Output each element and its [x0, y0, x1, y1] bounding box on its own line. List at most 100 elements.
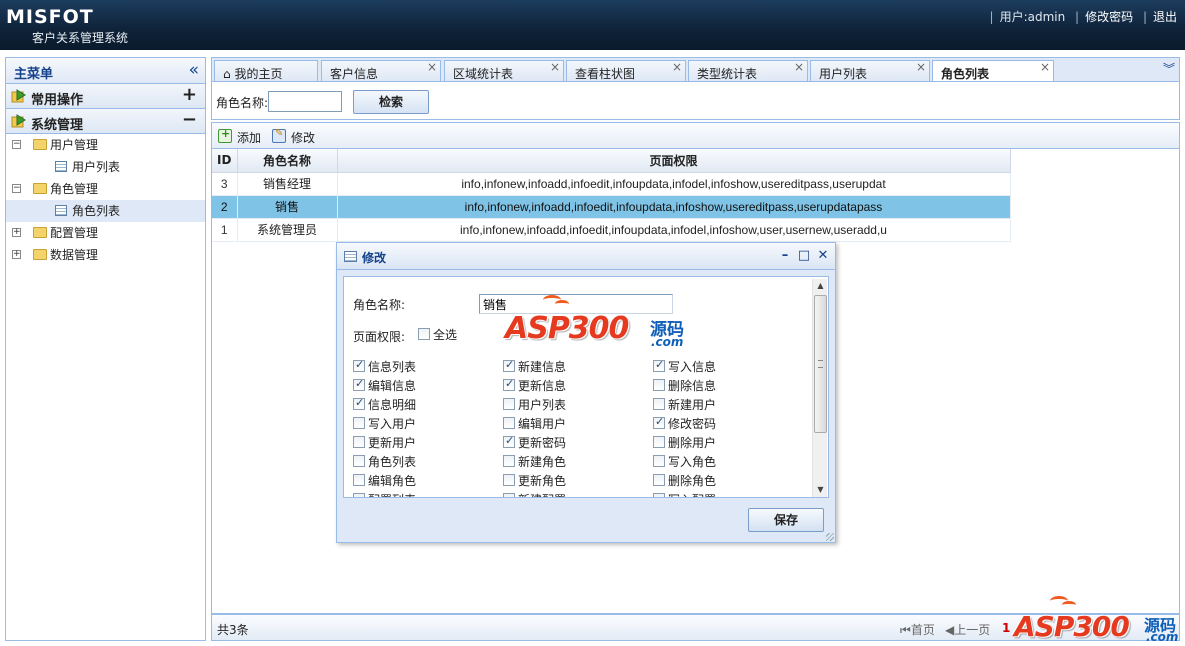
add-button[interactable]: + 添加	[218, 127, 266, 145]
logout-link[interactable]: 退出	[1153, 10, 1177, 24]
dialog-scrollbar[interactable]: ▲ ▼	[812, 279, 827, 497]
page-icon	[55, 161, 67, 172]
tree-node-user-management[interactable]: − 用户管理	[6, 134, 205, 156]
role-name-input[interactable]	[479, 294, 673, 314]
scroll-thumb[interactable]	[814, 295, 827, 433]
role-name-label: 角色名称:	[353, 298, 406, 312]
checkbox-box[interactable]	[503, 474, 515, 486]
checkbox-box[interactable]	[353, 474, 365, 486]
tab-role-list[interactable]: 角色列表 ×	[932, 60, 1054, 83]
tree-node-label: 角色列表	[72, 204, 121, 218]
checkbox-label: 更新密码	[518, 436, 567, 450]
edit-role-dialog: 修改 – □ ✕ 角色名称: 页面权限: 全选 信息列表 新建信息 写入信息编辑信息…	[336, 242, 836, 543]
tree-node-config-management[interactable]: + 配置管理	[6, 222, 205, 244]
tab-label: 区域统计表	[453, 67, 514, 81]
checkbox-box[interactable]	[353, 358, 365, 372]
dialog-titlebar[interactable]: 修改 – □ ✕	[337, 243, 835, 270]
tree-collapse-icon[interactable]: −	[12, 140, 21, 149]
dialog-title: 修改	[362, 251, 387, 265]
checkbox-box[interactable]	[503, 493, 515, 497]
role-name-search-input[interactable]	[268, 91, 342, 112]
close-icon[interactable]: ×	[794, 60, 804, 74]
checkbox-label: 信息明细	[368, 398, 417, 412]
minimize-icon[interactable]: –	[777, 246, 793, 266]
prev-page-button[interactable]: ◀上一页	[945, 621, 990, 638]
resize-grip-icon[interactable]	[826, 533, 834, 541]
app-header: MISFOT 客户关系管理系统 | 用户:admin | 修改密码 | 退出	[0, 0, 1185, 50]
close-icon[interactable]: ✕	[815, 246, 831, 266]
checkbox-box[interactable]	[653, 493, 665, 497]
maximize-icon[interactable]: □	[796, 246, 812, 266]
checkbox-box[interactable]	[353, 377, 365, 391]
tab-region-stats[interactable]: 区域统计表 ×	[444, 60, 564, 82]
checkbox-box[interactable]	[653, 474, 665, 486]
close-icon[interactable]: ×	[916, 60, 926, 74]
checkbox-box[interactable]	[353, 455, 365, 467]
tab-overflow-icon[interactable]: ︾	[1161, 61, 1177, 77]
close-icon[interactable]: ×	[672, 60, 682, 74]
tree-node-data-management[interactable]: + 数据管理	[6, 244, 205, 266]
close-icon[interactable]: ×	[550, 60, 560, 74]
scroll-up-icon[interactable]: ▲	[813, 279, 828, 293]
col-header-permissions[interactable]: 页面权限	[337, 149, 1011, 173]
tree-expand-icon[interactable]: +	[12, 228, 21, 237]
section-system-admin[interactable]: 系统管理 −	[6, 109, 205, 134]
tab-home[interactable]: ⌂ 我的主页	[214, 60, 318, 82]
page-icon	[55, 205, 67, 216]
checkbox-box[interactable]	[353, 417, 365, 429]
collapse-icon[interactable]: −	[182, 110, 197, 130]
tree-node-role-management[interactable]: − 角色管理	[6, 178, 205, 200]
tree-expand-icon[interactable]: +	[12, 250, 21, 259]
checkbox-box[interactable]	[503, 398, 515, 410]
change-password-link[interactable]: 修改密码	[1085, 10, 1133, 24]
checkbox-box[interactable]	[653, 379, 665, 391]
close-icon[interactable]: ×	[427, 60, 437, 74]
checkbox-box[interactable]	[418, 328, 430, 340]
tab-customer-info[interactable]: 客户信息 ×	[321, 60, 441, 82]
checkbox-box[interactable]	[653, 358, 665, 372]
tree-node-user-list[interactable]: 用户列表	[6, 156, 205, 178]
save-button[interactable]: 保存	[748, 508, 824, 532]
expand-icon[interactable]: +	[182, 85, 197, 105]
checkbox-box[interactable]	[503, 434, 515, 448]
col-header-id[interactable]: ID	[212, 149, 238, 173]
checkbox-box[interactable]	[503, 455, 515, 467]
tab-type-stats[interactable]: 类型统计表 ×	[688, 60, 808, 82]
checkbox-box[interactable]	[353, 436, 365, 448]
table-row[interactable]: 3 销售经理 info,infonew,infoadd,infoedit,inf…	[212, 172, 1011, 196]
table-row-selected[interactable]: 2 销售 info,infonew,infoadd,infoedit,infou…	[212, 195, 1011, 219]
role-table: ID 角色名称 页面权限 3 销售经理 info,infonew,infoadd…	[212, 149, 1011, 242]
checkbox-box[interactable]	[503, 358, 515, 372]
col-header-role-name[interactable]: 角色名称	[237, 149, 338, 173]
tab-bar-chart[interactable]: 查看柱状图 ×	[566, 60, 686, 82]
cell-id: 2	[212, 195, 238, 219]
first-page-button[interactable]: ⏮首页	[900, 621, 935, 638]
checkbox-label: 编辑角色	[368, 474, 417, 488]
checkbox-box[interactable]	[653, 398, 665, 410]
section-common-ops[interactable]: 常用操作 +	[6, 84, 205, 109]
tab-bar: ⌂ 我的主页 客户信息 × 区域统计表 × 查看柱状图 × 类型统计表 × 用户…	[211, 57, 1180, 83]
checkbox-box[interactable]	[653, 455, 665, 467]
checkbox-label: 删除角色	[668, 474, 717, 488]
checkbox-label: 写入信息	[668, 360, 717, 374]
tab-user-list[interactable]: 用户列表 ×	[810, 60, 930, 82]
checkbox-box[interactable]	[653, 415, 665, 429]
tree-collapse-icon[interactable]: −	[12, 184, 21, 193]
top-nav: | 用户:admin | 修改密码 | 退出	[989, 10, 1177, 24]
collapse-menu-icon[interactable]: «	[189, 60, 199, 80]
checkbox-box[interactable]	[353, 396, 365, 410]
checkbox-box[interactable]	[503, 377, 515, 391]
tree-node-role-list[interactable]: 角色列表	[6, 200, 205, 222]
prev-page-label: 上一页	[954, 623, 991, 637]
table-row[interactable]: 1 系统管理员 info,infonew,infoadd,infoedit,in…	[212, 218, 1011, 242]
checkbox-label: 信息列表	[368, 360, 417, 374]
scroll-down-icon[interactable]: ▼	[813, 483, 828, 497]
close-icon[interactable]: ×	[1040, 60, 1050, 74]
checkbox-box[interactable]	[653, 436, 665, 448]
checkbox-box[interactable]	[503, 417, 515, 429]
checkbox-label: 更新信息	[518, 379, 567, 393]
search-button[interactable]: 检索	[353, 90, 429, 114]
grid-header-row: ID 角色名称 页面权限	[212, 149, 1011, 173]
edit-button[interactable]: ✎ 修改	[272, 127, 320, 145]
checkbox-box[interactable]	[353, 493, 365, 497]
